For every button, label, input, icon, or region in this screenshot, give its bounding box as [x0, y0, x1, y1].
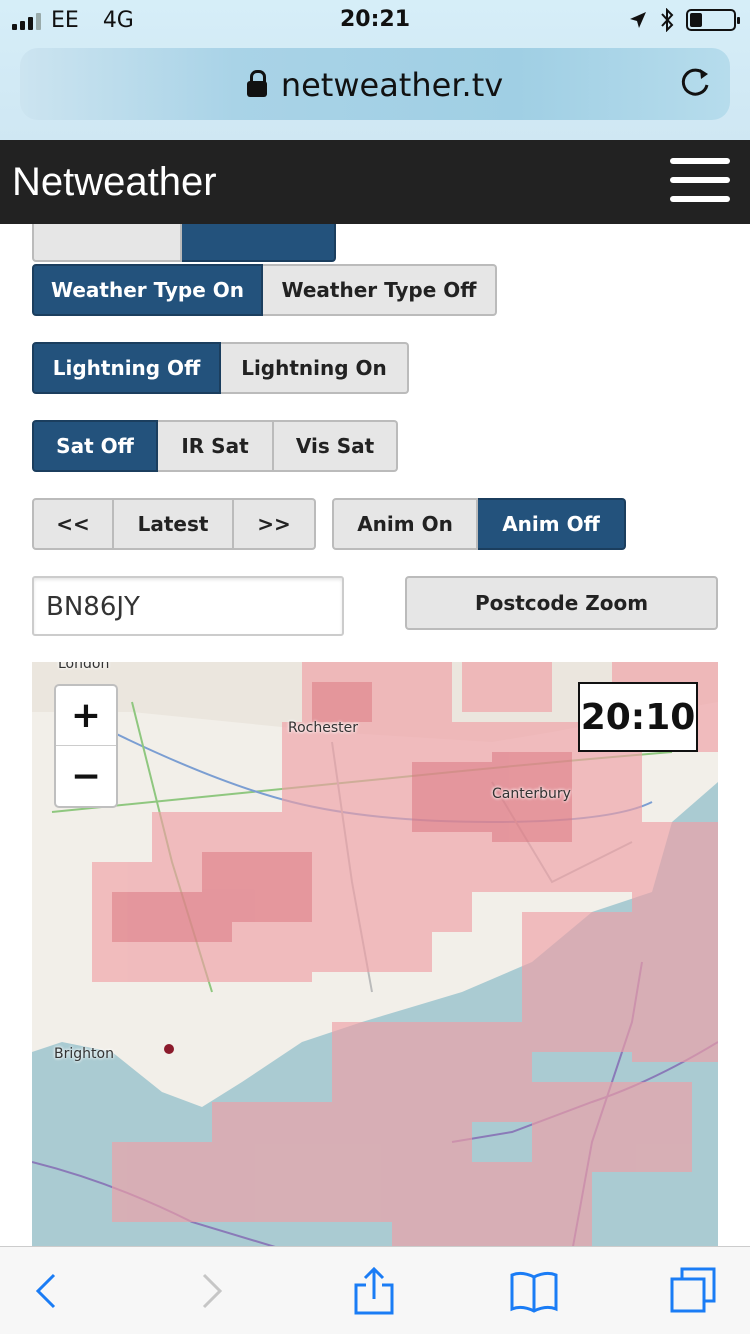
chevron-left-icon[interactable] [22, 1265, 74, 1317]
battery-icon [686, 9, 740, 31]
site-header: Netweather [0, 140, 750, 224]
lightning-toggle: Lightning Off Lightning On [32, 342, 409, 394]
animation-toggle: Anim On Anim Off [332, 498, 626, 550]
map-label-rochester: Rochester [288, 720, 358, 736]
vis-sat-button[interactable]: Vis Sat [274, 420, 398, 472]
radar-map[interactable]: London Rochester Canterbury Brighton + −… [32, 662, 718, 1246]
location-arrow-icon [630, 12, 646, 28]
weather-type-off-button[interactable]: Weather Type Off [263, 264, 497, 316]
map-zoom-control: + − [54, 684, 118, 808]
book-icon[interactable] [508, 1265, 560, 1317]
zoom-out-button[interactable]: − [56, 746, 116, 806]
ir-sat-button[interactable]: IR Sat [158, 420, 274, 472]
browser-chrome: EE 4G 20:21 netweather.tv [0, 0, 750, 140]
address-bar[interactable]: netweather.tv [20, 48, 730, 120]
reload-icon[interactable] [678, 66, 712, 100]
satellite-toggle: Sat Off IR Sat Vis Sat [32, 420, 398, 472]
weather-type-toggle: Weather Type On Weather Type Off [32, 264, 497, 316]
sat-off-button[interactable]: Sat Off [32, 420, 158, 472]
lightning-on-button[interactable]: Lightning On [221, 342, 409, 394]
tabs-icon[interactable] [668, 1265, 720, 1317]
url-text: netweather.tv [280, 66, 504, 104]
chevron-right-icon[interactable] [184, 1265, 236, 1317]
partial-button-group [32, 224, 336, 262]
share-icon[interactable] [348, 1265, 400, 1317]
latest-frame-button[interactable]: Latest [114, 498, 234, 550]
partial-button[interactable] [32, 224, 182, 262]
postcode-input[interactable]: BN86JY [32, 576, 344, 636]
map-label-london: London [58, 662, 110, 672]
map-label-canterbury: Canterbury [492, 786, 571, 802]
browser-toolbar [0, 1246, 750, 1334]
partial-button-active[interactable] [182, 224, 336, 262]
zoom-in-button[interactable]: + [56, 686, 116, 746]
status-bar: EE 4G 20:21 [0, 0, 750, 42]
weather-type-on-button[interactable]: Weather Type On [32, 264, 263, 316]
previous-frame-button[interactable]: << [32, 498, 114, 550]
menu-icon[interactable] [670, 158, 730, 206]
map-label-brighton: Brighton [54, 1046, 114, 1062]
site-title[interactable]: Netweather [12, 160, 217, 205]
lightning-off-button[interactable]: Lightning Off [32, 342, 221, 394]
bluetooth-icon [661, 8, 674, 32]
radar-time-label: 20:10 [578, 682, 698, 752]
frame-nav-group: << Latest >> [32, 498, 316, 550]
anim-off-button[interactable]: Anim Off [478, 498, 626, 550]
lock-icon [246, 70, 267, 97]
page-content: Weather Type On Weather Type Off Lightni… [0, 224, 750, 1246]
next-frame-button[interactable]: >> [234, 498, 316, 550]
anim-on-button[interactable]: Anim On [332, 498, 478, 550]
postcode-zoom-button[interactable]: Postcode Zoom [405, 576, 718, 630]
